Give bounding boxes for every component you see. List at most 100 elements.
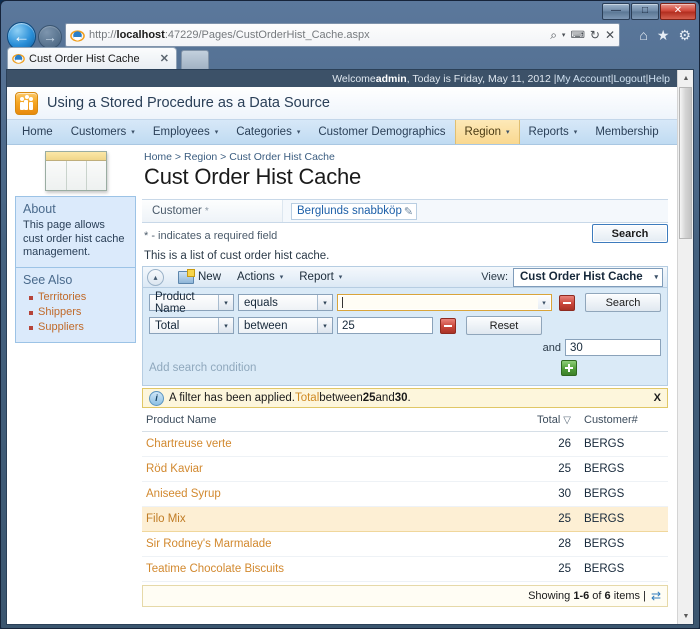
add-search-condition-label[interactable]: Add search condition <box>149 362 256 374</box>
window-controls: — □ ✕ <box>602 3 696 20</box>
pager-range: 1-6 <box>573 590 590 602</box>
cell-customer: BERGS <box>575 506 668 532</box>
table-row[interactable]: Röd Kaviar 25 BERGS <box>142 456 668 482</box>
table-row[interactable]: Chartreuse verte 26 BERGS <box>142 431 668 457</box>
tab-close-icon[interactable]: ✕ <box>157 52 172 65</box>
table-row[interactable]: Teatime Chocolate Biscuits 25 BERGS <box>142 556 668 582</box>
grid-illustration-icon <box>45 151 107 191</box>
seealso-link-territories[interactable]: Territories <box>38 291 86 303</box>
chevron-down-icon[interactable]: ▾ <box>562 31 566 39</box>
menu-item-membership[interactable]: Membership <box>586 120 667 144</box>
filter-funnel-icon[interactable]: ▽ <box>563 415 571 426</box>
product-link[interactable]: Chartreuse verte <box>146 438 232 450</box>
help-link[interactable]: Help <box>648 73 670 85</box>
stop-icon[interactable]: ✕ <box>605 28 615 42</box>
notice-value2: 30 <box>394 392 408 404</box>
chevron-down-icon[interactable]: ▾ <box>538 296 550 309</box>
actions-menu-button[interactable]: Actions ▾ <box>229 271 291 283</box>
add-condition-icon[interactable] <box>561 360 577 376</box>
menu-item-region[interactable]: Region ▾ <box>454 120 520 144</box>
close-button[interactable]: ✕ <box>660 3 696 20</box>
table-row[interactable]: Sir Rodney's Marmalade 28 BERGS <box>142 531 668 557</box>
chevron-down-icon: ▾ <box>506 129 510 136</box>
grid-pager: Showing 1-6 of 6 items | ⇄ <box>142 585 668 607</box>
collapse-toggle-button[interactable]: ▴ <box>147 268 164 286</box>
notice-value1: 25 <box>362 392 376 404</box>
favorites-star-icon[interactable]: ★ <box>657 27 670 43</box>
breadcrumb-item-1[interactable]: Region <box>184 151 217 163</box>
new-tab-button[interactable] <box>181 50 209 70</box>
breadcrumb-item-2[interactable]: Cust Order Hist Cache <box>229 151 335 163</box>
search-button-top[interactable]: Search <box>592 224 668 243</box>
compatibility-view-icon[interactable]: ⌨ <box>570 30 584 41</box>
forward-button[interactable]: → <box>38 25 62 49</box>
menu-item-employees[interactable]: Employees ▾ <box>144 120 227 144</box>
search-icon[interactable]: ⌕ <box>550 28 557 43</box>
new-button[interactable]: New <box>170 268 229 284</box>
main-column: Home > Region > Cust Order Hist Cache Cu… <box>136 145 678 607</box>
cell-total: 25 <box>521 506 575 532</box>
product-link[interactable]: Sir Rodney's Marmalade <box>146 538 272 550</box>
condition-value2-input[interactable]: 30 <box>565 339 661 356</box>
condition-value-input[interactable]: ▾ <box>337 294 552 311</box>
new-button-label: New <box>198 271 222 283</box>
reset-conditions-button[interactable]: Reset <box>466 316 542 335</box>
welcome-prefix: Welcome <box>332 72 376 85</box>
menu-item-customers[interactable]: Customers ▾ <box>62 120 144 144</box>
maximize-button[interactable]: □ <box>631 3 659 20</box>
product-link[interactable]: Teatime Chocolate Biscuits <box>146 563 284 575</box>
address-bar[interactable]: http://localhost:47229/Pages/CustOrderHi… <box>65 23 620 47</box>
browser-tab[interactable]: Cust Order Hist Cache ✕ <box>7 47 177 69</box>
list-description: This is a list of cust order hist cache. <box>144 250 330 262</box>
seealso-link-suppliers[interactable]: Suppliers <box>38 321 84 333</box>
pencil-edit-icon[interactable]: ✎ <box>404 205 413 218</box>
condition-operator-dropdown[interactable]: between ▾ <box>238 317 333 334</box>
seealso-link-shippers[interactable]: Shippers <box>38 306 81 318</box>
page-scrollbar[interactable]: ▲ ▼ <box>677 70 693 624</box>
search-conditions-button[interactable]: Search <box>585 293 661 312</box>
notice-close-icon[interactable]: X <box>654 392 661 404</box>
home-icon[interactable]: ⌂ <box>639 27 647 43</box>
table-row[interactable]: Aniseed Syrup 30 BERGS <box>142 481 668 507</box>
customer-value-editor[interactable]: Berglunds snabbköp ✎ <box>291 202 418 220</box>
sidebar-seealso-section: See Also Territories Shippers Suppliers <box>16 266 135 342</box>
remove-condition-icon[interactable] <box>559 294 575 311</box>
breadcrumb-item-0[interactable]: Home <box>144 151 172 163</box>
condition-field-dropdown[interactable]: Product Name ▾ <box>149 291 234 315</box>
ie-favicon-icon <box>70 29 85 42</box>
logout-link[interactable]: Logout <box>614 73 646 85</box>
scrollbar-thumb[interactable] <box>679 87 692 239</box>
content-area: About This page allows cust order hist c… <box>7 145 678 624</box>
notice-text-mid: between <box>319 392 363 404</box>
report-menu-button[interactable]: Report ▾ <box>291 271 350 283</box>
my-account-link[interactable]: My Account <box>557 73 611 85</box>
table-row[interactable]: Filo Mix 25 BERGS <box>142 506 668 532</box>
menu-item-customer-demographics[interactable]: Customer Demographics <box>309 120 454 144</box>
browser-window: — □ ✕ ← → http://localhost:47229/Pages/C… <box>0 0 700 629</box>
view-dropdown[interactable]: Cust Order Hist Cache ▾ <box>513 267 663 287</box>
condition-field-dropdown[interactable]: Total ▾ <box>149 317 234 334</box>
scroll-down-button[interactable]: ▼ <box>678 608 693 624</box>
refresh-icon[interactable]: ⇄ <box>651 589 661 603</box>
product-link[interactable]: Aniseed Syrup <box>146 488 221 500</box>
grid-body: Chartreuse verte 26 BERGS Röd Kaviar 25 BERGS… <box>142 431 668 582</box>
info-icon: i <box>149 390 164 406</box>
data-grid: Product Name Total ▽ Customer# Chartreuse v… <box>142 410 668 582</box>
scroll-up-button[interactable]: ▲ <box>678 70 693 86</box>
grid-column-header-cust[interactable]: Customer# <box>575 410 668 432</box>
search-condition-second-value-row: and 30 <box>149 339 661 356</box>
menu-item-reports[interactable]: Reports ▾ <box>520 120 587 144</box>
remove-condition-icon[interactable] <box>440 317 456 334</box>
menu-item-categories[interactable]: Categories ▾ <box>227 120 309 144</box>
grid-column-header-name[interactable]: Product Name <box>142 410 521 432</box>
minimize-button[interactable]: — <box>602 3 630 20</box>
product-link[interactable]: Filo Mix <box>146 513 186 525</box>
grid-column-header-total[interactable]: Total ▽ <box>521 410 575 432</box>
condition-value-input[interactable]: 25 <box>337 317 433 334</box>
refresh-icon[interactable]: ↻ <box>590 28 600 42</box>
menu-item-home[interactable]: Home <box>13 120 62 144</box>
sidebar-about-section: About This page allows cust order hist c… <box>16 197 135 267</box>
product-link[interactable]: Röd Kaviar <box>146 463 203 475</box>
condition-operator-dropdown[interactable]: equals ▾ <box>238 294 333 311</box>
settings-gear-icon[interactable]: ⚙ <box>678 27 691 43</box>
